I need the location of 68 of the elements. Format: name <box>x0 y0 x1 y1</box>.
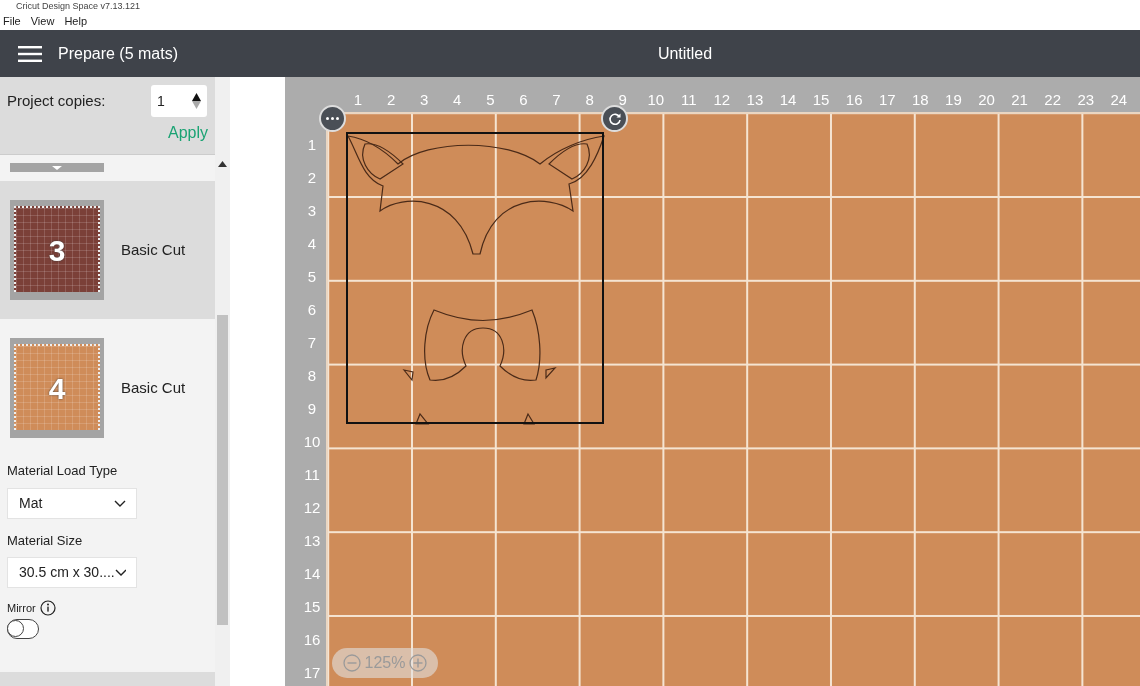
ruler-number: 13 <box>303 530 321 551</box>
ruler-number: 16 <box>303 629 321 650</box>
ruler-number: 12 <box>303 497 321 518</box>
ruler-number: 20 <box>978 89 995 110</box>
ruler-number: 4 <box>307 233 317 254</box>
ruler-number: 18 <box>912 89 929 110</box>
info-icon[interactable] <box>39 600 56 617</box>
ruler-number: 9 <box>618 89 627 110</box>
scrollbar-thumb[interactable] <box>217 315 228 625</box>
ruler-number: 14 <box>779 89 797 110</box>
field-label: Material Size <box>7 531 84 550</box>
menu-item[interactable]: Help <box>64 12 87 30</box>
ruler-number: 1 <box>307 134 317 155</box>
document-title: Untitled <box>657 44 713 62</box>
ruler-number: 15 <box>812 89 830 110</box>
ruler-number: 17 <box>303 662 321 683</box>
menu-item[interactable]: View <box>30 12 55 30</box>
ruler-number: 15 <box>303 596 321 617</box>
window-title: Cricut Design Space v7.13.121 <box>15 0 142 12</box>
ruler-number: 13 <box>746 89 764 110</box>
mat-thumbnail: 3 <box>14 206 100 292</box>
material-size-select[interactable]: 30.5 cm x 30.... <box>7 557 137 588</box>
ruler-number: 6 <box>519 89 528 110</box>
ruler-number: 16 <box>845 89 863 110</box>
mat-list-item[interactable]: 3 Basic Cut <box>0 181 215 319</box>
load-type-select[interactable]: Mat <box>7 487 137 519</box>
ruler-number: 7 <box>552 89 561 110</box>
menu-icon[interactable] <box>18 45 42 62</box>
ruler-number: 22 <box>1044 89 1061 110</box>
ruler-number: 1 <box>353 89 363 110</box>
chevron-down-icon <box>114 569 126 576</box>
mat-thumbnail: 4 <box>14 344 100 430</box>
menu-item[interactable]: File <box>3 12 21 30</box>
page-title: Prepare (5 mats) <box>58 43 179 64</box>
mirror-label: Mirror <box>7 601 36 616</box>
ruler-number: 7 <box>307 332 317 353</box>
ruler-number: 23 <box>1077 89 1095 110</box>
chevron-down-icon <box>114 499 126 507</box>
field-label: Project copies: <box>7 90 106 111</box>
ruler-number: 4 <box>453 89 462 110</box>
scroll-up-arrow-icon[interactable] <box>218 161 227 167</box>
ruler-number: 5 <box>307 266 317 287</box>
rotate-icon <box>607 111 622 126</box>
ruler-number: 10 <box>647 89 665 110</box>
more-dots-icon <box>326 117 339 120</box>
ruler-number: 5 <box>486 89 495 110</box>
ruler-number: 12 <box>713 89 731 110</box>
ruler-number: 11 <box>304 464 320 485</box>
ruler-number: 17 <box>878 89 896 110</box>
ruler-number: 2 <box>307 167 317 188</box>
ruler-number: 19 <box>945 89 962 110</box>
ruler-number: 10 <box>303 431 321 452</box>
zoom-level: 125% <box>364 653 406 673</box>
ruler-number: 6 <box>307 299 317 320</box>
ruler-number: 3 <box>307 200 317 221</box>
ruler-number: 9 <box>307 398 317 419</box>
ruler-number: 11 <box>681 89 697 110</box>
up-arrow-icon[interactable] <box>192 93 201 101</box>
ruler-number: 24 <box>1110 89 1128 110</box>
mirror-toggle[interactable] <box>7 618 39 639</box>
ruler-number: 2 <box>386 89 396 110</box>
ruler-number: 3 <box>420 89 429 110</box>
ruler-number: 8 <box>307 365 317 386</box>
copies-spinner[interactable]: 1 <box>151 85 207 117</box>
ruler-number: 14 <box>303 563 321 584</box>
field-label: Material Load Type <box>7 462 119 480</box>
ruler-number: 8 <box>585 89 594 110</box>
ruler-number: 21 <box>1011 89 1028 110</box>
